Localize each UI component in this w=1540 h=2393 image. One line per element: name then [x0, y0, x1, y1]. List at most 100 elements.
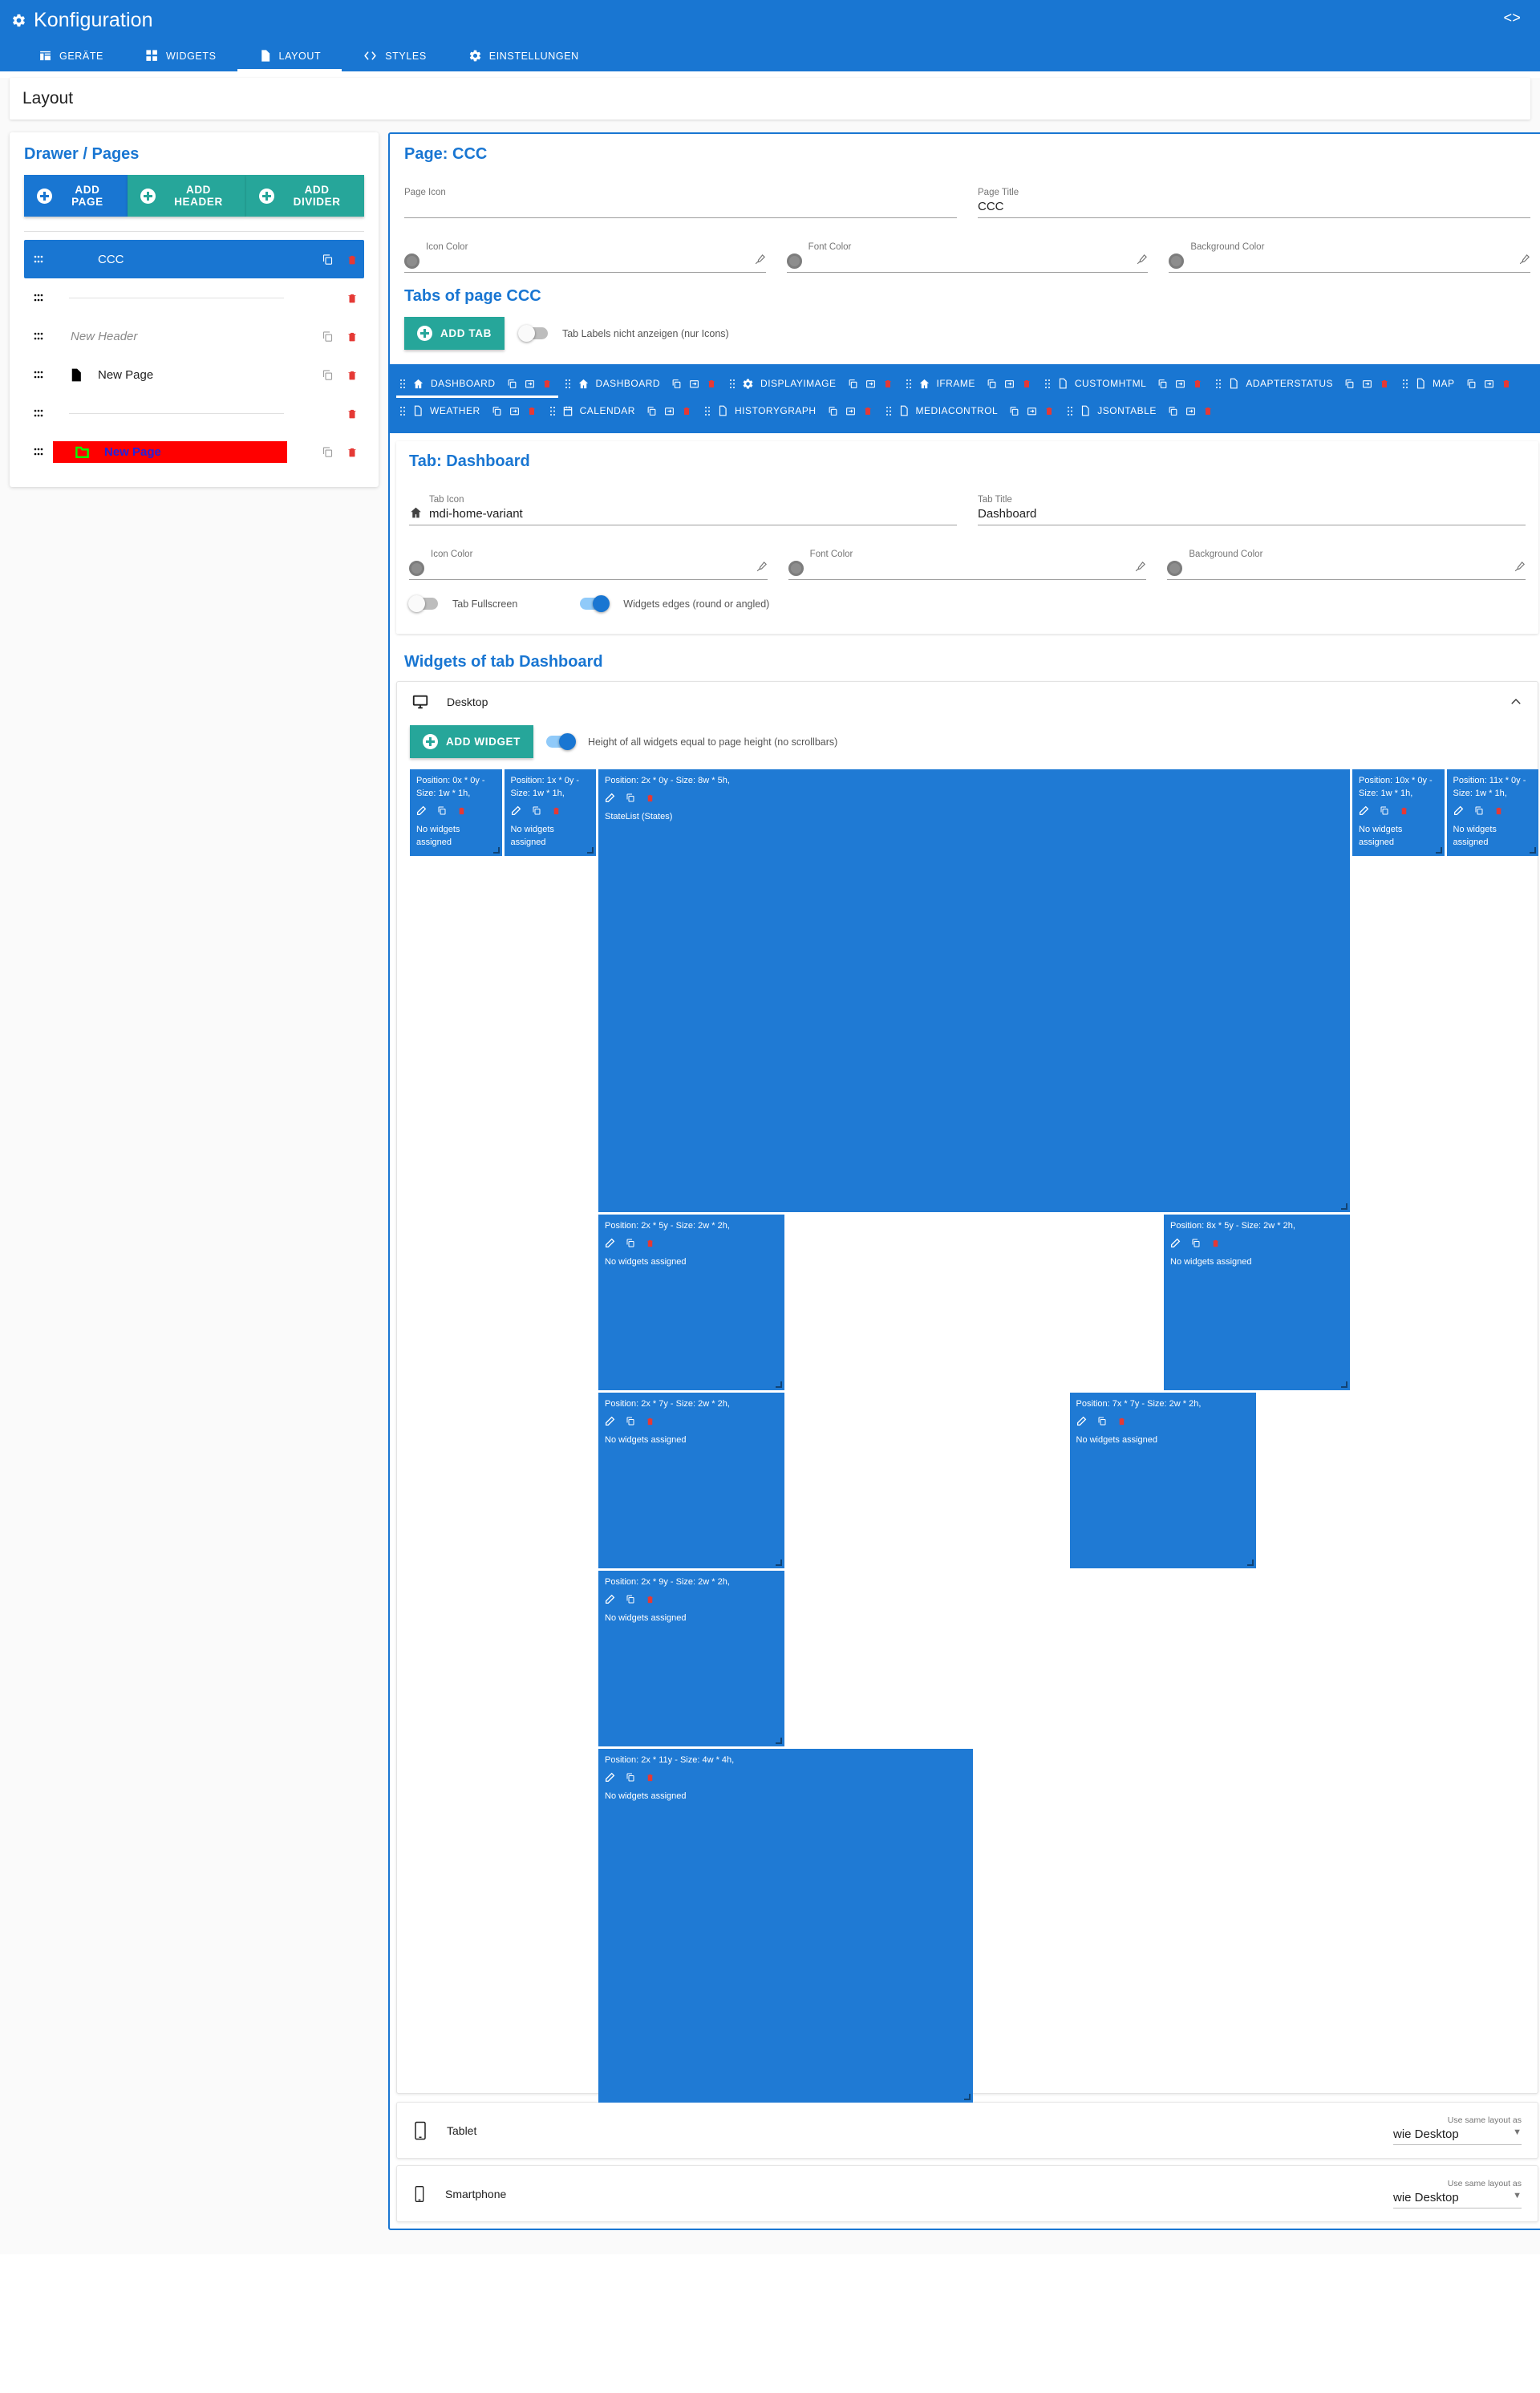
copy-icon[interactable] — [492, 406, 502, 416]
drag-handle-icon[interactable] — [704, 406, 711, 416]
eyedropper-icon[interactable] — [754, 253, 766, 269]
tab-fullscreen-toggle[interactable] — [408, 595, 438, 612]
chevron-down-icon[interactable]: ▼ — [1513, 2127, 1522, 2137]
tab-chip-iframe-3[interactable]: IFRAME — [901, 371, 1040, 398]
resize-handle[interactable] — [776, 1381, 782, 1388]
copy-icon[interactable] — [322, 253, 334, 266]
tab-icon-field[interactable]: Tab Icon mdi-home-variant — [409, 484, 957, 525]
widget-card[interactable]: Position: 7x * 7y - Size: 2w * 2h, No wid… — [1069, 1393, 1256, 1568]
export-icon[interactable] — [1185, 406, 1196, 416]
delete-icon[interactable] — [346, 292, 358, 304]
delete-icon[interactable] — [1117, 1416, 1126, 1426]
copy-icon[interactable] — [1344, 379, 1355, 389]
delete-icon[interactable] — [1193, 378, 1202, 389]
widget-card[interactable]: Position: 10x * 0y - Size: 1w * 1h, No wi… — [1352, 769, 1445, 856]
export-icon[interactable] — [509, 406, 520, 416]
export-icon[interactable] — [525, 379, 535, 389]
delete-icon[interactable] — [1044, 405, 1054, 416]
page-font-color-field[interactable]: Font Color — [786, 231, 1149, 273]
drag-handle-icon[interactable] — [1402, 379, 1408, 389]
page-icon-field[interactable]: Page Icon — [404, 176, 957, 218]
drag-handle-icon[interactable] — [399, 406, 406, 416]
edit-icon[interactable] — [1170, 1238, 1181, 1248]
copy-icon[interactable] — [671, 379, 682, 389]
edit-icon[interactable] — [1453, 805, 1464, 816]
eyedropper-icon[interactable] — [1514, 561, 1526, 576]
tab-chip-dashboard-1[interactable]: DASHBOARD — [560, 371, 725, 398]
export-icon[interactable] — [845, 406, 856, 416]
delete-icon[interactable] — [1400, 805, 1408, 816]
desktop-header[interactable]: Desktop — [397, 682, 1538, 722]
drag-handle-icon[interactable] — [886, 406, 892, 416]
copy-icon[interactable] — [626, 793, 635, 803]
copy-icon[interactable] — [1097, 1416, 1107, 1426]
edit-icon[interactable] — [1359, 805, 1369, 816]
drag-handle-icon[interactable] — [399, 379, 406, 389]
copy-icon[interactable] — [626, 1594, 635, 1604]
delete-icon[interactable] — [646, 1594, 654, 1604]
eyedropper-icon[interactable] — [1518, 253, 1530, 269]
eyedropper-icon[interactable] — [1134, 561, 1146, 576]
delete-icon[interactable] — [1494, 805, 1503, 816]
copy-icon[interactable] — [987, 379, 997, 389]
hide-tab-labels-toggle[interactable] — [517, 325, 548, 342]
tablet-device-row[interactable]: Tablet Use same layout as wie Desktop ▼ — [396, 2102, 1538, 2159]
tab-layout[interactable]: LAYOUT — [237, 40, 342, 71]
chevron-down-icon[interactable]: ▼ — [1513, 2191, 1522, 2200]
copy-icon[interactable] — [437, 805, 447, 816]
copy-icon[interactable] — [828, 406, 838, 416]
delete-icon[interactable] — [346, 369, 358, 381]
copy-icon[interactable] — [1191, 1238, 1201, 1248]
delete-icon[interactable] — [1380, 378, 1389, 389]
drag-handle-icon[interactable] — [1067, 406, 1073, 416]
export-icon[interactable] — [1027, 406, 1037, 416]
copy-icon[interactable] — [322, 446, 334, 458]
delete-icon[interactable] — [863, 405, 873, 416]
tab-chip-calendar-8[interactable]: CALENDAR — [545, 398, 699, 425]
export-icon[interactable] — [1362, 379, 1372, 389]
edit-icon[interactable] — [605, 1772, 615, 1783]
copy-icon[interactable] — [626, 1238, 635, 1248]
export-icon[interactable] — [1004, 379, 1015, 389]
resize-handle[interactable] — [776, 1738, 782, 1744]
delete-icon[interactable] — [1203, 405, 1213, 416]
widget-card[interactable]: Position: 11x * 0y - Size: 1w * 1h, No wi… — [1446, 769, 1538, 856]
delete-icon[interactable] — [527, 405, 537, 416]
page-background-color-field[interactable]: Background Color — [1169, 231, 1531, 273]
widget-card[interactable]: Position: 1x * 0y - Size: 1w * 1h, No wid… — [504, 769, 596, 856]
widget-card[interactable]: Position: 0x * 0y - Size: 1w * 1h, No wid… — [410, 769, 502, 856]
copy-icon[interactable] — [322, 331, 334, 343]
delete-icon[interactable] — [646, 793, 654, 803]
widget-card[interactable]: Position: 8x * 5y - Size: 2w * 2h, No wid… — [1164, 1215, 1350, 1390]
drag-handle-icon[interactable] — [26, 448, 53, 456]
list-item[interactable] — [24, 394, 364, 432]
drag-handle-icon[interactable] — [729, 379, 736, 389]
export-icon[interactable] — [865, 379, 876, 389]
tab-chip-adapterstatus-5[interactable]: ADAPTERSTATUS — [1210, 371, 1397, 398]
copy-icon[interactable] — [626, 1416, 635, 1426]
add-header-button[interactable]: ADD HEADER — [127, 175, 247, 217]
delete-icon[interactable] — [552, 805, 561, 816]
drag-handle-icon[interactable] — [906, 379, 912, 389]
delete-icon[interactable] — [682, 405, 691, 416]
eyedropper-icon[interactable] — [1136, 253, 1148, 269]
code-toggle-button[interactable]: <> — [1503, 11, 1521, 27]
drag-handle-icon[interactable] — [26, 332, 53, 341]
add-page-button[interactable]: ADD PAGE — [24, 175, 128, 217]
copy-icon[interactable] — [646, 406, 657, 416]
edit-icon[interactable] — [605, 1416, 615, 1426]
resize-handle[interactable] — [964, 2094, 971, 2100]
tab-font-color-field[interactable]: Font Color — [788, 538, 1147, 580]
tab-widgets[interactable]: WIDGETS — [124, 40, 237, 71]
drag-handle-icon[interactable] — [26, 255, 53, 264]
eyedropper-icon[interactable] — [756, 561, 768, 576]
delete-icon[interactable] — [646, 1238, 654, 1248]
tab-chip-historygraph-9[interactable]: HISTORYGRAPH — [699, 398, 881, 425]
chevron-up-icon[interactable] — [1509, 695, 1523, 709]
copy-icon[interactable] — [507, 379, 517, 389]
widget-card[interactable]: Position: 2x * 7y - Size: 2w * 2h, No wid… — [598, 1393, 784, 1568]
resize-handle[interactable] — [1341, 1203, 1348, 1210]
tab-chip-mediacontrol-10[interactable]: MEDIACONTROL — [881, 398, 1063, 425]
delete-icon[interactable] — [346, 331, 358, 343]
tab-geraete[interactable]: GERÄTE — [18, 40, 124, 71]
